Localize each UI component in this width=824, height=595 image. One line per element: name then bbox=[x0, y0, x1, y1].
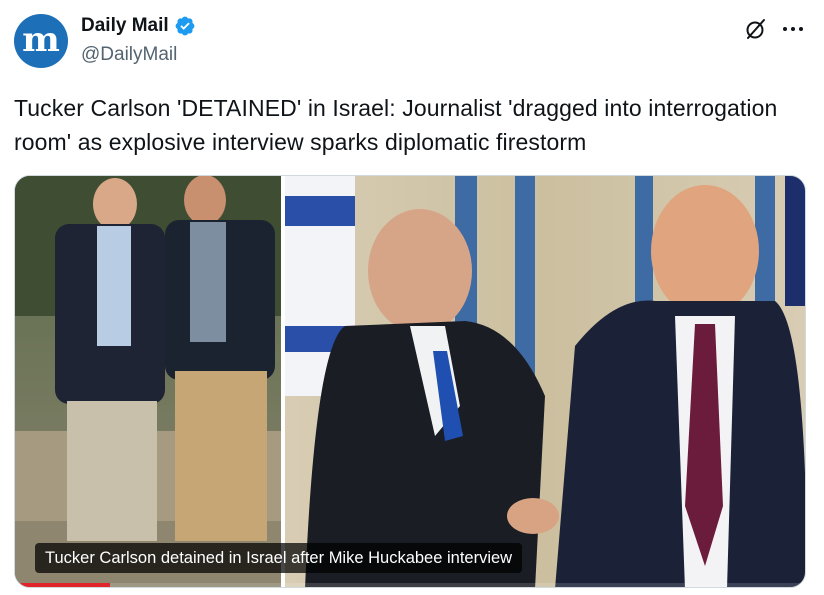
media-caption: Tucker Carlson detained in Israel after … bbox=[35, 543, 523, 573]
verified-badge-icon bbox=[175, 16, 195, 36]
display-name[interactable]: Daily Mail bbox=[81, 15, 169, 37]
account-name-row: Daily Mail bbox=[81, 15, 196, 37]
avatar-logo: m bbox=[22, 20, 60, 60]
tweet-media[interactable]: Tucker Carlson detained in Israel after … bbox=[14, 175, 806, 588]
avatar[interactable]: m bbox=[14, 14, 68, 68]
more-icon[interactable] bbox=[781, 19, 805, 39]
grok-icon[interactable] bbox=[744, 17, 768, 41]
video-progress-fill bbox=[15, 583, 110, 587]
tweet-text: Tucker Carlson 'DETAINED' in Israel: Jou… bbox=[14, 95, 778, 155]
account-handle[interactable]: @DailyMail bbox=[81, 44, 177, 66]
tweet-photo bbox=[15, 176, 805, 587]
video-progress-bar[interactable] bbox=[15, 583, 805, 587]
